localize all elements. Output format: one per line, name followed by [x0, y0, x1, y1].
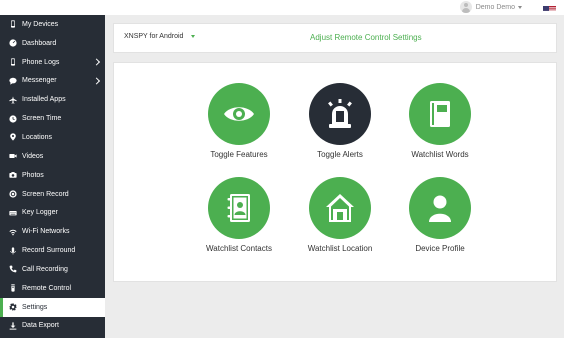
sidebar-item-label: Screen Record	[22, 190, 69, 198]
card-label: Toggle Features	[210, 150, 268, 159]
sidebar-item-key-logger[interactable]: Key Logger	[0, 203, 105, 222]
device-select-value: XNSPY for Android	[124, 33, 184, 40]
sidebar-item-label: Settings	[22, 303, 48, 311]
call-icon	[8, 264, 18, 274]
card-label: Watchlist Location	[307, 244, 373, 253]
sidebar-item-screen-time[interactable]: Screen Time	[0, 109, 105, 128]
card-label: Toggle Alerts	[317, 150, 363, 159]
avatar	[459, 1, 472, 13]
settings-bar: XNSPY for Android Adjust Remote Control …	[113, 23, 557, 53]
remote-icon	[8, 283, 18, 293]
keyboard-icon	[8, 208, 18, 218]
contacts-book-icon	[208, 177, 270, 239]
sidebar-item-installed-apps[interactable]: Installed Apps	[0, 90, 105, 109]
toggle-alerts-card[interactable]: Toggle Alerts	[290, 83, 390, 159]
sidebar-item-call-recording[interactable]: Call Recording	[0, 260, 105, 279]
sidebar-item-label: Phone Logs	[22, 58, 60, 66]
clock-icon	[8, 114, 18, 124]
sidebar-item-photos[interactable]: Photos	[0, 166, 105, 185]
dashboard-icon	[8, 38, 18, 48]
sidebar-item-settings[interactable]: Settings	[0, 297, 105, 317]
download-icon	[8, 321, 18, 331]
sidebar-item-label: Installed Apps	[22, 96, 66, 104]
chevron-down-icon	[191, 35, 196, 38]
siren-icon	[309, 83, 371, 145]
sidebar-item-label: Record Surround	[22, 247, 76, 255]
sidebar: My Devices Dashboard Phone Logs Messenge…	[0, 15, 105, 338]
sidebar-item-my-devices[interactable]: My Devices	[0, 15, 105, 34]
airplane-icon	[8, 95, 18, 105]
sidebar-item-label: Screen Time	[22, 115, 62, 123]
watchlist-location-card[interactable]: Watchlist Location	[290, 177, 390, 253]
card-label: Watchlist Words	[411, 150, 469, 159]
user-menu[interactable]: Demo Demo	[459, 1, 522, 13]
watchlist-words-card[interactable]: Watchlist Words	[390, 83, 490, 159]
microphone-icon	[8, 246, 18, 256]
device-select[interactable]: XNSPY for Android	[124, 33, 196, 40]
chat-icon	[8, 76, 18, 86]
chevron-right-icon	[92, 58, 101, 66]
sidebar-item-label: Dashboard	[22, 39, 57, 47]
record-icon	[8, 189, 18, 199]
chevron-down-icon	[518, 5, 522, 9]
location-icon	[8, 132, 18, 142]
sidebar-item-label: Call Recording	[22, 265, 68, 273]
sidebar-item-locations[interactable]: Locations	[0, 128, 105, 147]
sidebar-item-label: Photos	[22, 171, 44, 179]
sidebar-item-record-surround[interactable]: Record Surround	[0, 241, 105, 260]
phone-icon	[8, 57, 18, 67]
chevron-right-icon	[92, 77, 101, 85]
remote-control-panel: Toggle Features Toggle Alerts Watchlist …	[113, 62, 557, 282]
camera-icon	[8, 170, 18, 180]
eye-icon	[208, 83, 270, 145]
video-icon	[8, 151, 18, 161]
card-label: Device Profile	[415, 244, 465, 253]
top-bar: Demo Demo	[0, 0, 564, 15]
user-name: Demo Demo	[475, 3, 515, 11]
sidebar-item-phone-logs[interactable]: Phone Logs	[0, 53, 105, 72]
toggle-features-card[interactable]: Toggle Features	[189, 83, 289, 159]
sidebar-item-dashboard[interactable]: Dashboard	[0, 34, 105, 53]
book-icon	[409, 83, 471, 145]
sidebar-item-label: My Devices	[22, 20, 59, 28]
sidebar-item-label: Key Logger	[22, 209, 58, 217]
sidebar-item-remote-control[interactable]: Remote Control	[0, 279, 105, 298]
sidebar-item-messenger[interactable]: Messenger	[0, 72, 105, 91]
sidebar-item-label: Locations	[22, 133, 52, 141]
us-flag-icon[interactable]	[543, 2, 556, 11]
wifi-icon	[8, 227, 18, 237]
sidebar-item-label: Remote Control	[22, 284, 72, 292]
sidebar-item-label: Videos	[22, 152, 44, 160]
page-title: Adjust Remote Control Settings	[310, 33, 422, 42]
device-profile-card[interactable]: Device Profile	[390, 177, 490, 253]
phone-icon	[8, 19, 18, 29]
gear-icon	[8, 302, 18, 312]
sidebar-item-wifi-networks[interactable]: Wi-Fi Networks	[0, 222, 105, 241]
sidebar-item-label: Data Export	[22, 322, 59, 330]
sidebar-item-data-export[interactable]: Data Export	[0, 317, 105, 336]
sidebar-item-label: Wi-Fi Networks	[22, 228, 70, 236]
sidebar-item-screen-record[interactable]: Screen Record	[0, 185, 105, 204]
watchlist-contacts-card[interactable]: Watchlist Contacts	[189, 177, 289, 253]
person-icon	[409, 177, 471, 239]
card-label: Watchlist Contacts	[206, 244, 272, 253]
sidebar-item-videos[interactable]: Videos	[0, 147, 105, 166]
house-icon	[309, 177, 371, 239]
sidebar-item-label: Messenger	[22, 77, 57, 85]
